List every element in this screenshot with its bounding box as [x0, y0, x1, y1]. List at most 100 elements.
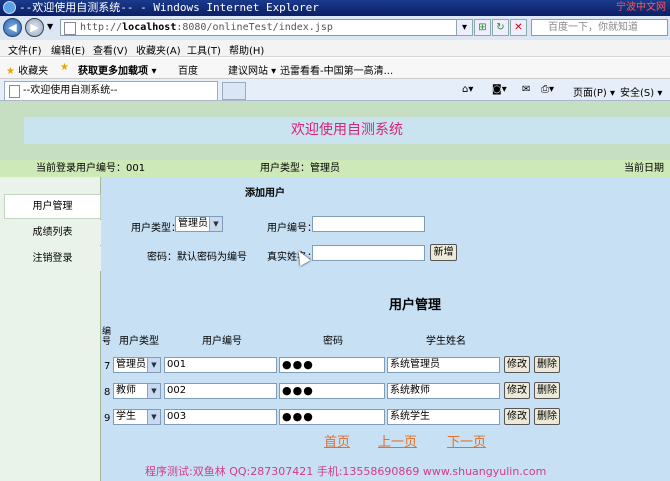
row-name-input[interactable]: 系统教师: [387, 383, 500, 399]
history-dropdown-icon[interactable]: ▼: [47, 22, 53, 31]
sidebar-item-user-manage[interactable]: 用户管理: [4, 194, 101, 219]
user-manage-heading: 用户管理: [389, 298, 442, 313]
row-type-select[interactable]: 管理员 ▼: [113, 357, 161, 373]
safety-menu[interactable]: 安全(S) ▾: [620, 84, 662, 99]
row-delete-button[interactable]: 删除: [534, 408, 560, 425]
window-title: --欢迎使用自测系统-- - Windows Internet Explorer: [19, 1, 319, 14]
address-bar[interactable]: http://localhost:8080/onlineTest/index.j…: [60, 19, 472, 36]
menu-file[interactable]: 文件(F): [8, 42, 42, 57]
row-delete-button[interactable]: 删除: [534, 356, 560, 373]
row-name-input[interactable]: 系统学生: [387, 409, 500, 425]
banner: 欢迎使用自测系统: [24, 117, 670, 144]
current-user-type: 用户类型：管理员: [260, 163, 340, 174]
url-path: :8080/onlineTest/index.jsp: [176, 22, 333, 33]
menu-bar: 文件(F) 编辑(E) 查看(V) 收藏夹(A) 工具(T) 帮助(H): [0, 40, 670, 57]
favorites-button[interactable]: ★ 收藏夹: [6, 62, 48, 77]
row-id-input[interactable]: 003: [164, 409, 277, 425]
row-type-select[interactable]: 教师 ▼: [113, 383, 161, 399]
row-no: 7: [104, 361, 111, 372]
address-row: ◀ ▶ ▼ http://localhost:8080/onlineTest/i…: [0, 16, 670, 40]
row-no: 8: [104, 387, 111, 398]
ie-logo-icon: [3, 1, 16, 14]
mail-icon[interactable]: ✉: [522, 84, 530, 95]
row-id-input[interactable]: 001: [164, 357, 277, 373]
user-id-input[interactable]: [312, 216, 425, 232]
add-user-button[interactable]: 新增: [430, 244, 457, 261]
row-password-input[interactable]: ●●●: [279, 357, 385, 373]
tab-title: --欢迎使用自测系统--: [23, 85, 118, 96]
user-type-value: 管理员: [178, 218, 208, 229]
forward-button[interactable]: ▶: [25, 18, 44, 37]
address-dropdown-icon[interactable]: ▾: [456, 19, 473, 36]
row-name-input[interactable]: 系统管理员: [387, 357, 500, 373]
fav-addons[interactable]: 获取更多加载项 ▾: [78, 62, 157, 77]
row-no: 9: [104, 413, 111, 424]
row-edit-button[interactable]: 修改: [504, 408, 530, 425]
url-scheme: http://: [80, 22, 123, 33]
favorites-label: 收藏夹: [18, 66, 49, 77]
stop-icon[interactable]: ✕: [510, 19, 527, 36]
info-bar: 当前登录用户编号：001 用户类型：管理员 当前日期: [0, 160, 670, 177]
row-type-select[interactable]: 学生 ▼: [113, 409, 161, 425]
add-user-heading: 添加用户: [245, 188, 285, 199]
real-name-input[interactable]: [312, 245, 425, 261]
corner-watermark: 宁波中文网: [616, 2, 666, 13]
window-titlebar: --欢迎使用自测系统-- - Windows Internet Explorer…: [0, 0, 670, 16]
tab-current[interactable]: --欢迎使用自测系统--: [4, 81, 218, 100]
pager-prev-link[interactable]: 上一页: [378, 431, 417, 450]
user-type-label: 用户类型：: [131, 223, 181, 234]
col-header-password: 密码: [323, 336, 343, 347]
footer-credit: 程序测试:双鱼林 QQ:287307421 手机:13558690869 www…: [145, 465, 547, 478]
row-password-input[interactable]: ●●●: [279, 383, 385, 399]
favorites-bar: ★ 收藏夹 ★ 获取更多加载项 ▾ 百度 建议网站 ▾ 迅雷看看-中国第一高清.…: [0, 58, 670, 79]
row-edit-button[interactable]: 修改: [504, 382, 530, 399]
page-icon: [64, 22, 76, 35]
menu-tools[interactable]: 工具(T): [187, 42, 221, 57]
sidebar-item-scores[interactable]: 成绩列表: [4, 220, 101, 245]
menu-view[interactable]: 查看(V): [93, 42, 128, 57]
menu-edit[interactable]: 编辑(E): [51, 42, 85, 57]
current-user-id: 当前登录用户编号：001: [36, 163, 146, 174]
row-edit-button[interactable]: 修改: [504, 356, 530, 373]
feeds-icon[interactable]: ◙▾: [492, 84, 507, 95]
row-delete-button[interactable]: 删除: [534, 382, 560, 399]
compat-view-icon[interactable]: ⊞: [474, 19, 491, 36]
col-header-no: 编号: [102, 327, 112, 347]
chevron-down-icon: ▼: [147, 358, 160, 372]
chevron-down-icon: ▼: [209, 217, 222, 231]
banner-title: 欢迎使用自测系统: [291, 122, 403, 138]
menu-favorites[interactable]: 收藏夹(A): [136, 42, 181, 57]
user-type-select[interactable]: 管理员 ▼: [175, 216, 223, 232]
tab-page-icon: [9, 85, 20, 98]
pager-first-link[interactable]: 首页: [324, 431, 350, 450]
star-icon: ★: [6, 66, 15, 77]
row-id-input[interactable]: 002: [164, 383, 277, 399]
sidebar-item-logout[interactable]: 注销登录: [4, 246, 101, 271]
tab-row: --欢迎使用自测系统--: [0, 79, 670, 101]
col-header-name: 学生姓名: [426, 336, 466, 347]
user-id-label: 用户编号：: [267, 223, 317, 234]
home-icon[interactable]: ⌂▾: [462, 84, 473, 95]
search-input[interactable]: 百度一下，你就知道: [531, 19, 668, 36]
col-header-id: 用户编号: [202, 336, 242, 347]
add-favorite-icon[interactable]: ★: [60, 62, 69, 73]
col-header-type: 用户类型: [119, 336, 159, 347]
row-type-value: 学生: [116, 411, 136, 422]
refresh-icon[interactable]: ↻: [492, 19, 509, 36]
pager-next-link[interactable]: 下一页: [447, 431, 486, 450]
back-button[interactable]: ◀: [3, 18, 22, 37]
new-tab-button[interactable]: [222, 82, 246, 100]
fav-xunlei[interactable]: 迅雷看看-中国第一高清...: [280, 62, 393, 77]
row-type-value: 管理员: [116, 359, 146, 370]
chevron-down-icon: ▼: [147, 410, 160, 424]
password-note: 密码：默认密码为编号: [147, 252, 247, 263]
row-password-input[interactable]: ●●●: [279, 409, 385, 425]
current-date: 当前日期: [624, 163, 664, 174]
fav-baidu[interactable]: 百度: [178, 62, 198, 77]
url-host: localhost: [122, 22, 177, 33]
page-menu[interactable]: 页面(P) ▾: [573, 84, 615, 99]
print-icon[interactable]: ⎙▾: [541, 84, 554, 95]
fav-suggested[interactable]: 建议网站 ▾: [228, 62, 276, 77]
menu-help[interactable]: 帮助(H): [229, 42, 264, 57]
sidebar: 用户管理 成绩列表 注销登录: [0, 177, 101, 481]
